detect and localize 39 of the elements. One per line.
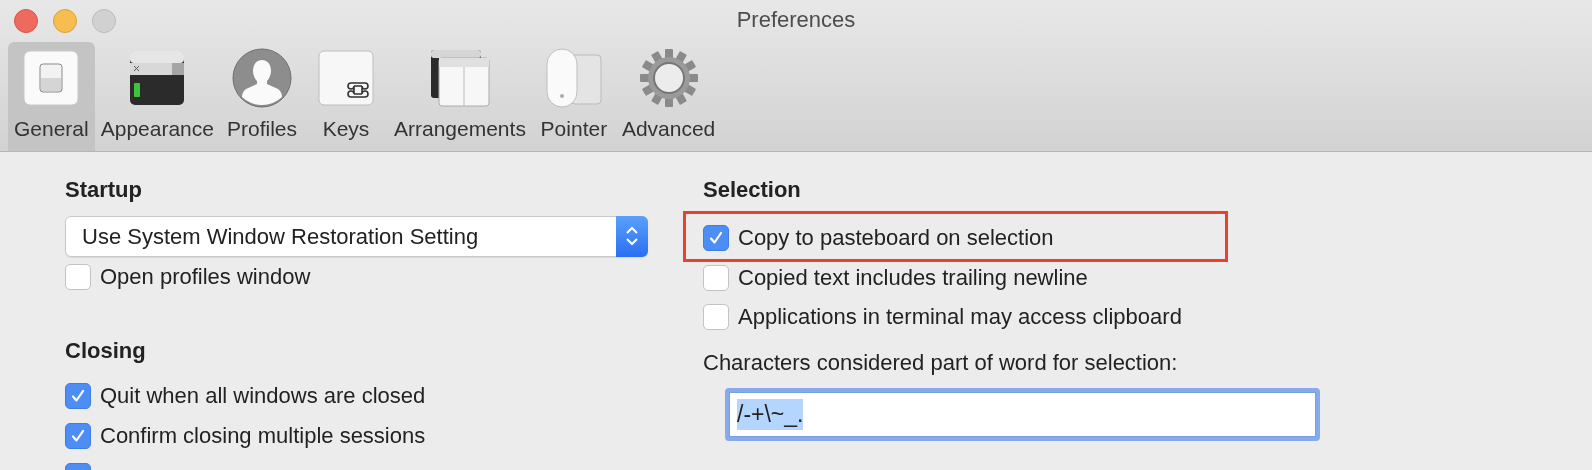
checkbox-label: Copy to pasteboard on selection bbox=[738, 224, 1054, 252]
person-icon bbox=[232, 48, 292, 108]
checkbox[interactable] bbox=[65, 264, 91, 290]
checkbox[interactable] bbox=[703, 303, 729, 330]
checkbox[interactable] bbox=[703, 225, 729, 251]
section-heading: Startup bbox=[65, 176, 143, 204]
toolbar-tab[interactable]: Arrangements bbox=[388, 42, 532, 151]
checkbox-label: Copied text includes trailing newline bbox=[738, 263, 1088, 292]
checkbox[interactable] bbox=[65, 423, 91, 449]
checkmark-icon bbox=[70, 388, 86, 404]
toolbar-tab[interactable]: General bbox=[8, 42, 95, 151]
text-field[interactable]: /-+\~_. bbox=[725, 388, 1320, 441]
command-key-icon bbox=[318, 50, 374, 106]
section-heading: Closing bbox=[65, 337, 147, 365]
toolbar-tab[interactable]: Profiles bbox=[220, 42, 304, 151]
terminal-icon bbox=[129, 50, 186, 106]
toolbar-tab[interactable]: Keys bbox=[304, 42, 388, 151]
mouse-icon bbox=[544, 48, 603, 108]
checkbox-label: Open profiles window bbox=[100, 263, 311, 291]
checkmark-icon bbox=[708, 230, 724, 246]
field-label: Characters considered part of word for selection: bbox=[703, 349, 1179, 377]
section-heading: Selection bbox=[703, 176, 802, 204]
gear-icon bbox=[638, 48, 699, 108]
switch-icon bbox=[23, 50, 80, 106]
window-title: Preferences bbox=[736, 7, 856, 33]
close-button[interactable] bbox=[14, 9, 38, 33]
checkmark-icon bbox=[70, 428, 86, 444]
checkbox[interactable] bbox=[65, 383, 91, 409]
popup-menu[interactable]: Use System Window Restoration Setting bbox=[65, 216, 648, 257]
checkbox-label: Quit when all windows are closed bbox=[100, 382, 426, 410]
toolbar-tab[interactable]: Appearance bbox=[94, 42, 220, 151]
checkbox-label: Confirm closing multiple sessions bbox=[100, 422, 426, 450]
windows-icon bbox=[429, 49, 490, 107]
minimize-button[interactable] bbox=[53, 9, 77, 33]
toolbar-tab[interactable]: Pointer bbox=[531, 42, 616, 151]
checkbox-label: Applications in terminal may access clipboard bbox=[738, 302, 1182, 331]
stepper-icon bbox=[616, 215, 648, 257]
toolbar-tab[interactable]: Advanced bbox=[615, 42, 722, 151]
checkbox[interactable] bbox=[703, 264, 729, 291]
